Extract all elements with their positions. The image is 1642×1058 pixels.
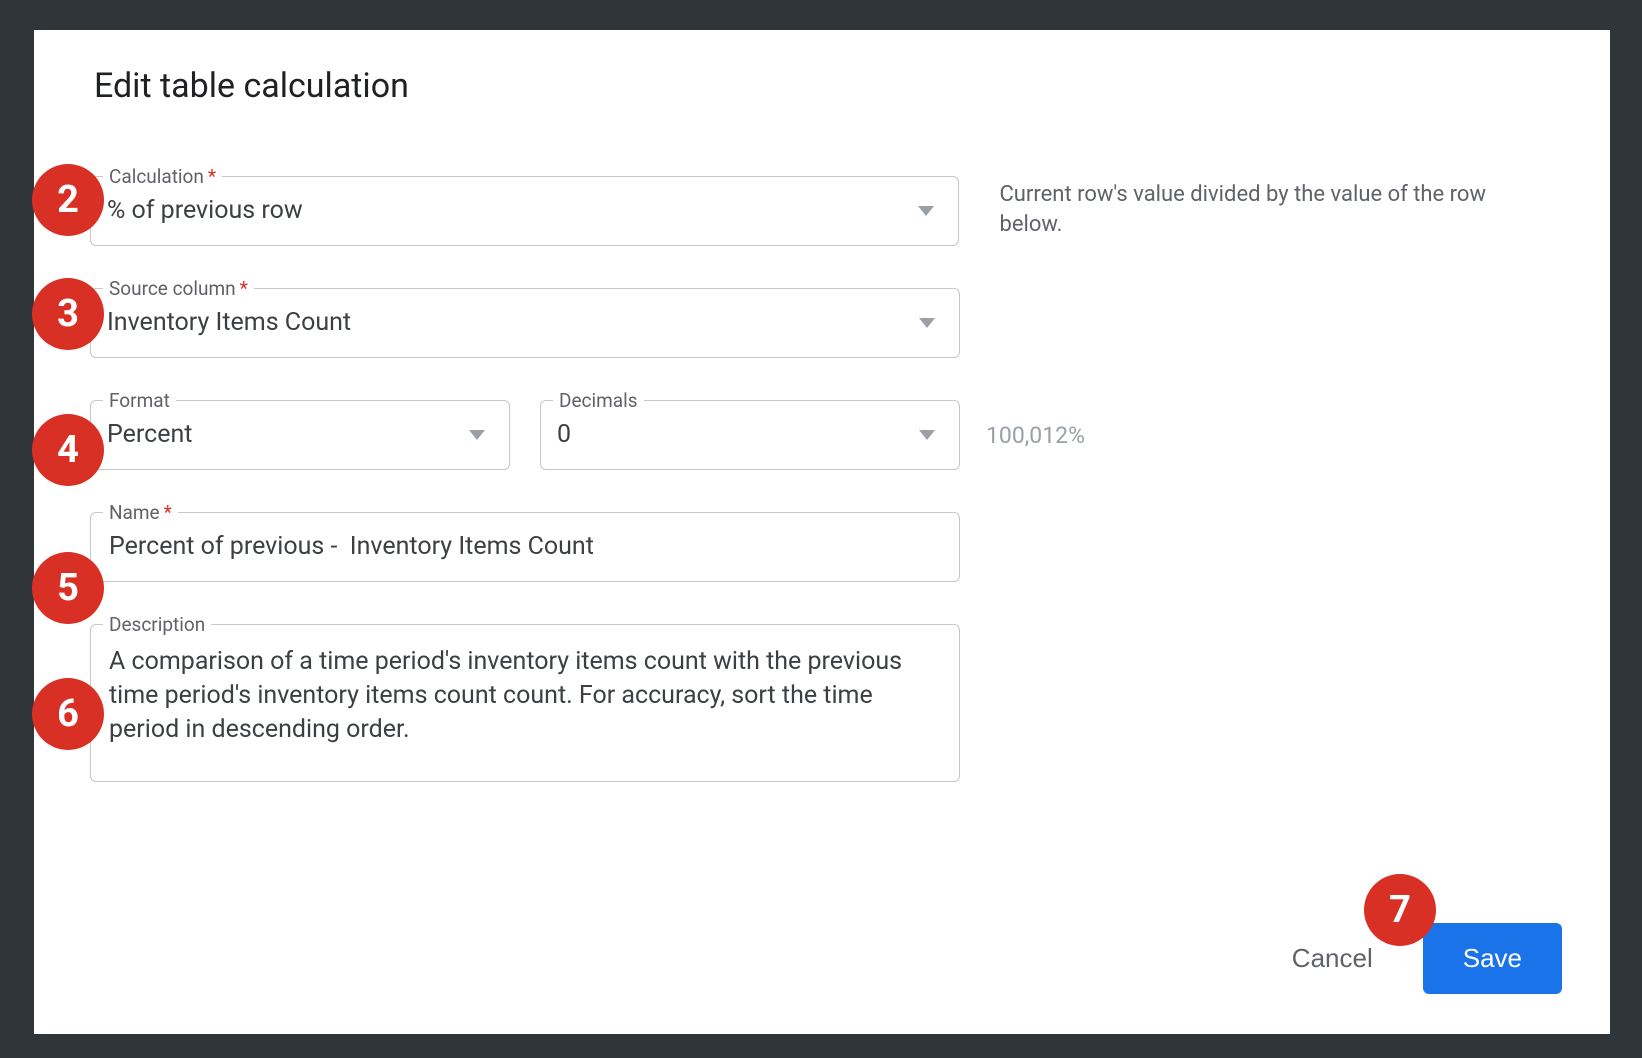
source-column-value: Inventory Items Count xyxy=(107,306,919,340)
save-button[interactable]: Save xyxy=(1423,923,1562,994)
description-input-wrapper: Description xyxy=(90,624,960,782)
calculation-label: Calculation* xyxy=(103,165,222,188)
format-label: Format xyxy=(103,389,176,412)
decimals-label: Decimals xyxy=(553,389,644,412)
annotation-badge-7: 7 xyxy=(1364,874,1436,946)
description-label: Description xyxy=(103,613,211,636)
calculation-value: % of previous row xyxy=(107,194,918,228)
calculation-help-text: Current row's value divided by the value… xyxy=(999,176,1554,239)
format-preview: 100,012% xyxy=(986,422,1085,449)
decimals-select[interactable]: Decimals 0 xyxy=(540,400,960,470)
chevron-down-icon xyxy=(919,318,935,328)
format-select[interactable]: Format Percent xyxy=(90,400,510,470)
annotation-badge-4: 4 xyxy=(32,414,104,486)
chevron-down-icon xyxy=(918,206,934,216)
annotation-badge-3: 3 xyxy=(32,278,104,350)
chevron-down-icon xyxy=(469,430,485,440)
cancel-button[interactable]: Cancel xyxy=(1286,942,1379,975)
annotation-badge-5: 5 xyxy=(32,552,104,624)
annotation-badge-2: 2 xyxy=(32,164,104,236)
source-column-select[interactable]: Source column* Inventory Items Count xyxy=(90,288,960,358)
chevron-down-icon xyxy=(919,430,935,440)
name-input-wrapper: Name* xyxy=(90,512,960,582)
source-column-label: Source column* xyxy=(103,277,254,300)
name-label: Name* xyxy=(103,501,178,524)
calculation-select[interactable]: Calculation* % of previous row xyxy=(90,176,959,246)
dialog-title: Edit table calculation xyxy=(94,66,1554,106)
annotation-badge-6: 6 xyxy=(32,678,104,750)
decimals-value: 0 xyxy=(557,418,919,452)
name-input[interactable] xyxy=(107,529,943,565)
edit-table-calculation-dialog: Edit table calculation Calculation* % of… xyxy=(34,30,1610,1034)
description-textarea[interactable] xyxy=(107,643,943,748)
format-value: Percent xyxy=(107,418,469,452)
